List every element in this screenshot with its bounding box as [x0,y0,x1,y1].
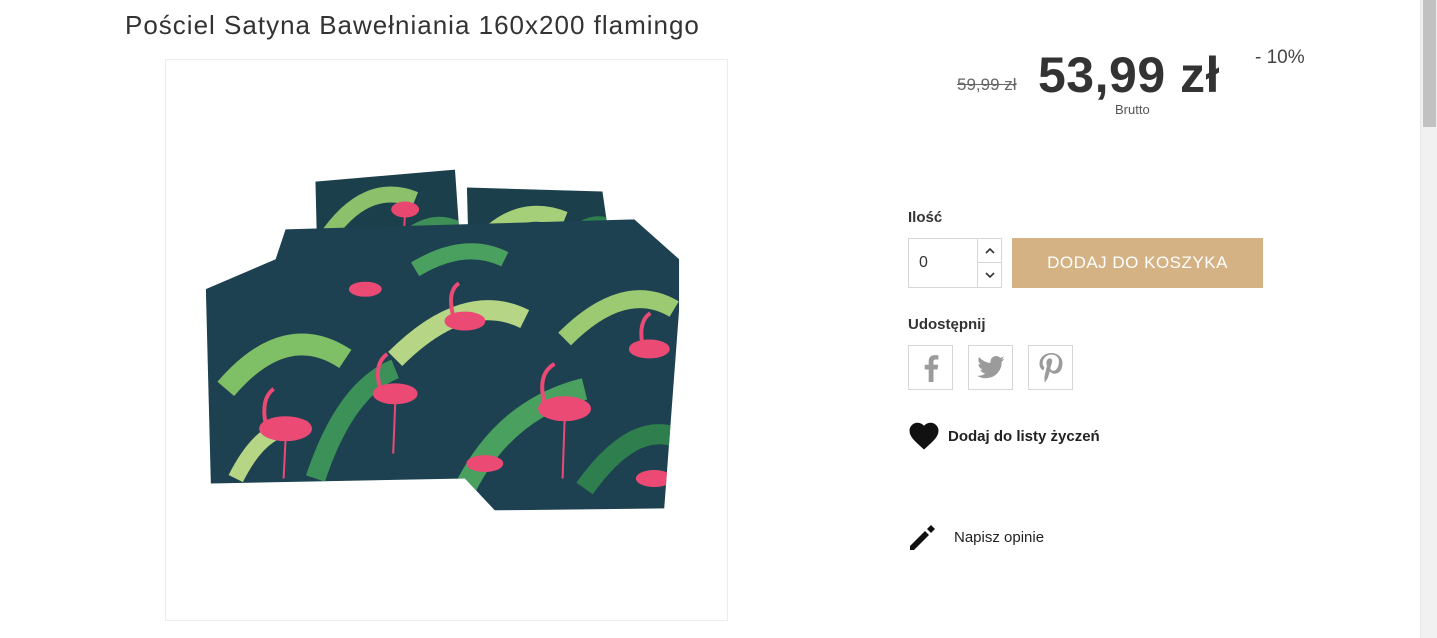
product-title: Pościel Satyna Bawełniania 160x200 flami… [125,10,700,40]
share-label: Udostępnij [908,316,986,333]
add-to-wishlist-button[interactable]: Dodaj do listy życzeń [908,421,1100,451]
write-review-button[interactable]: Napisz opinie [908,522,1044,552]
quantity-stepper [908,238,1002,288]
price-block: 59,99 zł 53,99 zł - 10% Brutto [940,40,1340,130]
scrollbar-thumb[interactable] [1423,0,1436,127]
share-facebook-button[interactable] [908,345,953,390]
share-pinterest-button[interactable] [1028,345,1073,390]
discount-badge: - 10% [1255,47,1305,68]
review-label: Napisz opinie [954,528,1045,546]
page-scrollbar[interactable] [1420,0,1437,638]
chevron-down-icon [985,271,995,278]
bedding-illustration [205,169,680,511]
product-page: Pościel Satyna Bawełniania 160x200 flami… [0,0,1420,638]
twitter-icon [976,356,1004,379]
old-price: 59,99 zł [957,75,1017,94]
share-twitter-button[interactable] [968,345,1013,390]
wishlist-label: Dodaj do listy życzeń [948,427,1100,445]
pencil-icon [910,525,935,550]
quantity-input[interactable] [909,239,978,287]
product-image[interactable] [165,59,728,621]
quantity-decrease-button[interactable] [978,263,1002,287]
pinterest-icon [1039,352,1062,382]
quantity-increase-button[interactable] [978,239,1002,263]
chevron-up-icon [985,247,995,254]
facebook-icon [924,354,938,382]
heart-icon [909,422,939,450]
tax-label: Brutto [1115,102,1150,117]
current-price: 53,99 zł [1038,47,1220,103]
add-to-cart-button[interactable]: DODAJ DO KOSZYKA [1012,238,1263,288]
quantity-arrows [977,239,1002,287]
quantity-label: Ilość [908,209,943,226]
